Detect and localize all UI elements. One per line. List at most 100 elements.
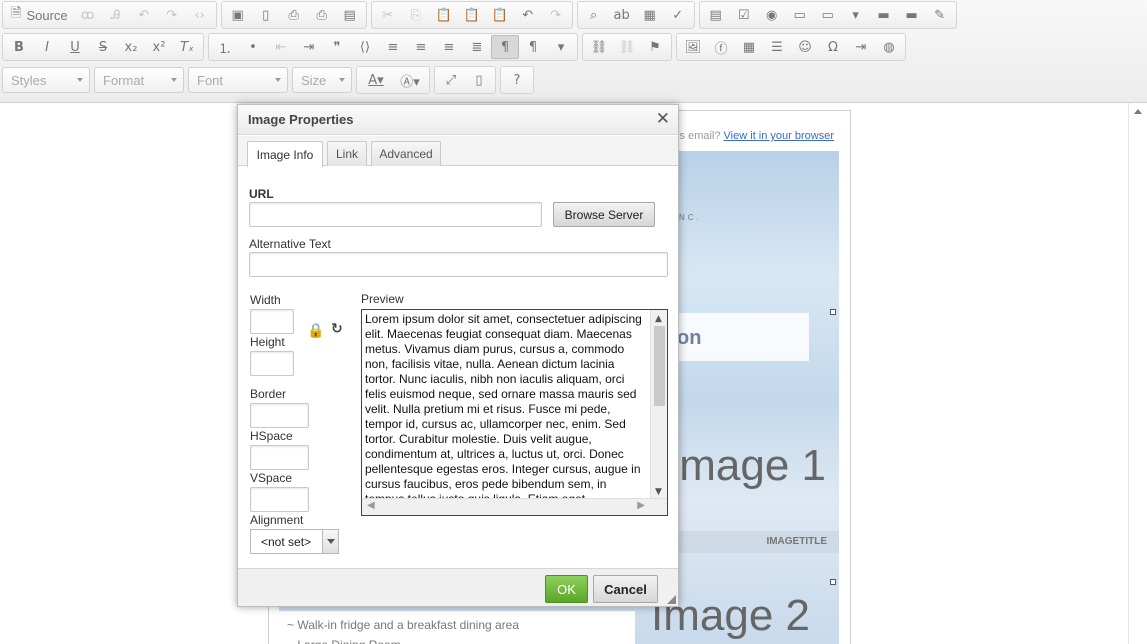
align-justify-icon[interactable]: ≣ [463,35,491,59]
browse-server-button[interactable]: Browse Server [553,202,655,227]
show-blocks-icon[interactable]: ▯ [465,68,493,92]
bulleted-list-icon[interactable]: • [239,35,267,59]
redo-alt-icon[interactable]: ↷ [158,3,186,27]
maximize-icon[interactable]: ⤢ [437,68,465,92]
link-icon[interactable]: ⛓ [585,35,613,59]
button-field-icon[interactable]: ▬ [870,3,898,27]
hidden-field-icon[interactable]: ✎ [926,3,954,27]
resize-handle[interactable] [830,579,836,585]
outdent-icon[interactable]: ⇤ [267,35,295,59]
font-combo[interactable]: Font [188,67,288,93]
text-color-icon[interactable]: A▾ [359,68,393,92]
styles-combo[interactable]: Styles [2,67,90,93]
horizontal-rule-icon[interactable]: ☰ [763,35,791,59]
ltr-icon[interactable]: ¶ [491,35,519,59]
spellcheck-icon[interactable]: ✓ [664,3,692,27]
rtl-icon[interactable]: ¶ [519,35,547,59]
templates-doc-icon[interactable]: ▤ [336,3,364,27]
scroll-up-icon[interactable] [1134,109,1142,114]
resize-grip-icon[interactable] [667,595,676,604]
save-icon[interactable]: ▣ [224,3,252,27]
width-input[interactable] [250,309,294,334]
special-char-icon[interactable]: Ω [819,35,847,59]
bold-icon[interactable]: B [5,35,33,59]
scroll-thumb[interactable] [654,326,665,406]
flash-icon[interactable]: ⓕ [707,35,735,59]
resize-handle[interactable] [830,309,836,315]
dialog-title-bar[interactable]: Image Properties ✕ [238,105,678,135]
scroll-down-icon[interactable]: ▼ [655,487,662,497]
chevron-down-icon[interactable] [322,530,338,553]
cancel-button[interactable]: Cancel [593,575,658,603]
border-input[interactable] [250,403,309,428]
spellcheck-ayt-icon[interactable]: Ꭿ [102,3,130,27]
indent-icon[interactable]: ⇥ [295,35,323,59]
copy-icon[interactable]: ⎘ [402,3,430,27]
paste-word-icon[interactable]: 📋 [486,3,514,27]
preview-box[interactable]: Lorem ipsum dolor sit amet, consectetuer… [361,309,668,516]
size-combo[interactable]: Size [292,67,352,93]
underline-icon[interactable]: U [61,35,89,59]
tab-link[interactable]: Link [327,141,367,166]
superscript-icon[interactable]: x² [145,35,173,59]
new-page-icon[interactable]: ▯ [252,3,280,27]
anchor-flag-icon[interactable]: ⚑ [641,35,669,59]
align-left-icon[interactable]: ≡ [379,35,407,59]
alt-text-input[interactable] [249,252,668,277]
help-icon[interactable]: ? [503,68,531,92]
scroll-up-icon[interactable]: ▲ [655,314,662,324]
table-icon[interactable]: ▦ [735,35,763,59]
blockquote-icon[interactable]: ❞ [323,35,351,59]
language-icon[interactable]: ▾ [547,35,575,59]
form-icon[interactable]: ▤ [702,3,730,27]
image-button-icon[interactable]: ▬ [898,3,926,27]
close-icon[interactable]: ✕ [656,109,670,129]
background-color-icon[interactable]: Ⓐ▾ [393,68,427,92]
textfield-icon[interactable]: ▭ [786,3,814,27]
radio-icon[interactable]: ◉ [758,3,786,27]
div-icon[interactable]: ⟨⟩ [351,35,379,59]
scroll-right-icon[interactable]: ▶ [637,500,645,511]
hspace-input[interactable] [250,445,309,470]
undo-alt-icon[interactable]: ↶ [130,3,158,27]
align-right-icon[interactable]: ≡ [435,35,463,59]
tab-advanced[interactable]: Advanced [371,141,441,166]
align-center-icon[interactable]: ≡ [407,35,435,59]
image-icon[interactable]: 🖼 [679,35,707,59]
subscript-icon[interactable]: x₂ [117,35,145,59]
url-input[interactable] [249,202,542,227]
strike-icon[interactable]: S [89,35,117,59]
reset-size-icon[interactable]: ↻ [331,321,343,337]
select-all-icon[interactable]: ▦ [636,3,664,27]
code-icon[interactable]: ‹› [186,3,214,27]
editor-scrollbar[interactable] [1128,103,1147,644]
tab-image-info[interactable]: Image Info [247,141,323,167]
view-in-browser-link[interactable]: View it in your browser [724,130,834,142]
replace-icon[interactable]: ab [608,3,636,27]
print-icon[interactable]: ⎙ [308,3,336,27]
textarea-icon[interactable]: ▭ [814,3,842,27]
vspace-input[interactable] [250,487,309,512]
checkbox-icon[interactable]: ☑ [730,3,758,27]
preview-horizontal-scrollbar[interactable]: ◀ ▶ [362,498,667,515]
scroll-left-icon[interactable]: ◀ [367,500,375,511]
italic-icon[interactable]: I [33,35,61,59]
find-icon[interactable]: ⌕ [580,3,608,27]
source-button[interactable]: 🗎 Source [5,3,74,27]
iframe-icon[interactable]: ◍ [875,35,903,59]
smiley-icon[interactable]: ☺ [791,35,819,59]
lock-ratio-icon[interactable]: 🔒 [307,323,324,339]
paste-text-icon[interactable]: 📋 [458,3,486,27]
undo-icon[interactable]: ↶ [514,3,542,27]
paste-icon[interactable]: 📋 [430,3,458,27]
redo-icon[interactable]: ↷ [542,3,570,27]
remove-format-icon[interactable]: Tₓ [173,35,201,59]
cut-icon[interactable]: ✂ [374,3,402,27]
ok-button[interactable]: OK [545,575,588,603]
numbered-list-icon[interactable]: ⒈ [211,35,239,59]
preview-vertical-scrollbar[interactable]: ▲ ▼ [650,310,667,499]
page-break-icon[interactable]: ⇥ [847,35,875,59]
templates-icon[interactable]: ꝏ [74,3,102,27]
height-input[interactable] [250,351,294,376]
format-combo[interactable]: Format [94,67,184,93]
